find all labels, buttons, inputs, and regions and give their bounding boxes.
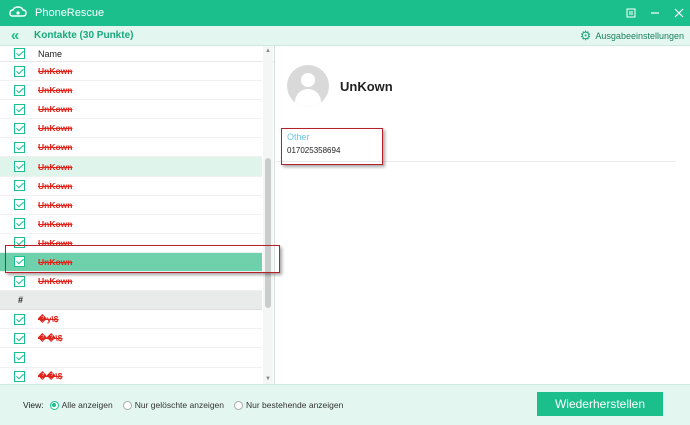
list-scrollbar[interactable]: ▲ ▼ [263,46,273,384]
radio-show-existing-indicator[interactable] [234,400,243,410]
contact-row[interactable]: ��\$ [0,329,262,349]
contact-rows: UnKown UnKown UnKown UnKown UnKown UnKown UnKo… [0,62,262,384]
contact-row-name: UnKown [38,237,73,248]
close-icon[interactable] [668,3,690,23]
field-divider [276,161,676,162]
radio-show-deleted-label: Nur gelöschte anzeigen [134,400,224,410]
contact-row[interactable]: UnKown [0,157,262,177]
column-name-header: Name [38,48,63,59]
contact-row[interactable]: UnKown [0,119,262,139]
contact-row-checkbox[interactable] [13,122,25,134]
contact-row[interactable]: UnKown [0,100,262,120]
radio-show-all[interactable]: Alle anzeigen [49,400,113,410]
view-label: View: [23,400,44,410]
contact-row[interactable]: UnKown [0,272,262,292]
contact-row-name: UnKown [38,161,73,172]
select-all-checkbox[interactable] [13,48,25,59]
scroll-down-icon[interactable]: ▼ [263,374,273,384]
contact-list-panel: Name UnKown UnKown UnKown UnKown UnKown UnKow… [0,46,275,384]
contact-row-checkbox[interactable] [13,256,25,268]
radio-show-existing[interactable]: Nur bestehende anzeigen [234,400,343,410]
contact-row-name: UnKown [38,180,73,191]
contact-row[interactable]: UnKown [0,177,262,196]
contact-row-name: UnKown [38,142,73,153]
avatar [287,65,329,107]
sub-header: « Kontakte (30 Punkte) ⚙ Ausgabeeinstell… [0,26,690,46]
output-settings-button[interactable]: ⚙ Ausgabeeinstellungen [579,27,684,43]
contact-row-checkbox[interactable] [13,103,25,115]
contact-row-checkbox[interactable] [13,84,25,96]
output-settings-label: Ausgabeeinstellungen [595,30,684,41]
contact-detail-panel: UnKown Other 017025358694 [276,46,690,384]
group-header: # [0,291,262,311]
contact-row[interactable]: UnKown [0,234,262,253]
scrollbar-thumb[interactable] [265,158,271,308]
phone-field-label: Other [287,132,310,142]
contact-row-name: �y\$ [38,313,59,324]
contact-row[interactable]: UnKown [0,252,262,273]
contact-row-name: UnKown [38,199,73,210]
contact-row-checkbox[interactable] [13,180,25,192]
phone-field-value: 017025358694 [287,146,341,155]
contact-row-checkbox[interactable] [13,237,25,249]
category-title: Kontakte (30 Punkte) [34,30,134,41]
contact-row-name: ��\$ [38,371,63,382]
minimize-icon[interactable] [644,3,666,23]
contact-row[interactable]: ��\$ [0,368,262,385]
radio-show-deleted[interactable]: Nur gelöschte anzeigen [122,400,224,410]
contact-row[interactable]: UnKown [0,215,262,234]
radio-show-all-label: Alle anzeigen [61,400,113,410]
restore-button[interactable]: Wiederherstellen [537,392,663,416]
gear-icon: ⚙ [579,27,592,43]
back-chevron-icon[interactable]: « [0,27,30,45]
app-logo-icon [9,6,27,20]
contact-row-checkbox[interactable] [13,199,25,211]
contact-row-checkbox[interactable] [13,275,25,287]
contact-row-checkbox[interactable] [13,313,25,325]
contact-row[interactable]: UnKown [0,81,262,101]
radio-show-existing-label: Nur bestehende anzeigen [246,400,344,410]
contact-row-checkbox[interactable] [13,141,25,153]
title-bar: PhoneRescue [0,0,690,26]
contact-name: UnKown [340,79,393,94]
contact-row-name: UnKown [38,256,73,267]
contact-row[interactable]: UnKown [0,196,262,215]
contact-row-checkbox[interactable] [13,371,25,383]
contact-row-checkbox[interactable] [13,161,25,173]
contact-row-name: UnKown [38,218,73,229]
contact-row-name: UnKown [38,85,73,96]
contact-row-checkbox[interactable] [13,332,25,344]
contact-row-checkbox[interactable] [13,218,25,230]
contact-row[interactable]: UnKown [0,138,262,158]
contact-row-checkbox[interactable] [13,351,25,363]
menu-icon[interactable] [620,3,642,23]
contact-row[interactable]: UnKown [0,62,262,82]
contact-row-name: UnKown [38,276,73,287]
list-header: Name [0,46,274,62]
contact-row[interactable]: �y\$ [0,310,262,330]
app-title: PhoneRescue [35,7,105,19]
contact-row-name: UnKown [38,123,73,134]
contact-row-name: UnKown [38,104,73,115]
contact-row-name: UnKown [38,66,73,77]
group-header-label: # [18,295,24,306]
contact-row-name: ��\$ [38,332,63,343]
contact-row[interactable] [0,348,262,368]
radio-show-deleted-indicator[interactable] [122,400,132,410]
contact-row-checkbox[interactable] [13,65,25,77]
radio-show-all-indicator[interactable] [49,400,59,410]
scroll-up-icon[interactable]: ▲ [263,46,273,56]
